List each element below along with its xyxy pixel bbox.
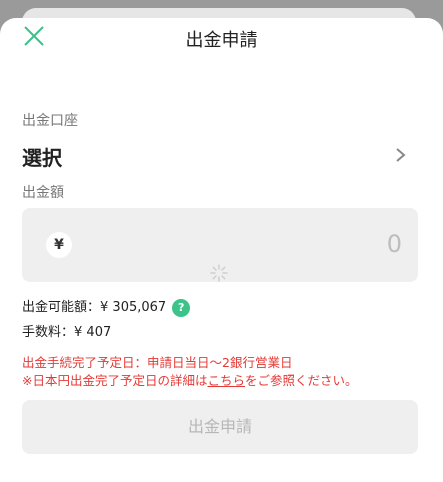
amount-label: 出金額 <box>22 185 64 201</box>
details-notice: ※日本円出金完了予定日の詳細はこちらをご参照ください。 <box>22 370 358 389</box>
yen-icon: ¥ <box>46 232 72 258</box>
page-title: 出金申請 <box>185 30 258 51</box>
amount-input[interactable] <box>92 226 402 262</box>
fee-value: ¥ 407 <box>74 325 112 340</box>
chevron-right-icon <box>396 148 406 162</box>
account-label: 出金口座 <box>22 113 78 129</box>
details-prefix: ※日本円出金完了予定日の詳細は <box>22 373 208 388</box>
loading-spinner-icon <box>210 264 228 282</box>
help-icon[interactable]: ? <box>172 298 191 317</box>
account-value: 選択 <box>22 146 62 170</box>
amount-field: ¥ <box>22 208 418 282</box>
available-label: 出金可能額： <box>22 300 101 315</box>
available-value: ¥ 305,067 <box>100 300 167 315</box>
fee-info: 手数料：¥ 407 <box>22 321 111 340</box>
details-link[interactable]: こちら <box>207 373 245 388</box>
withdraw-submit-button[interactable]: 出金申請 <box>22 400 418 454</box>
completion-notice: 出金手続完了予定日：申請日当日〜2銀行営業日 <box>22 355 293 370</box>
available-amount: 出金可能額：¥ 305,067? <box>22 296 191 317</box>
account-selector[interactable]: 選択 <box>22 140 418 170</box>
fee-label: 手数料： <box>22 325 75 340</box>
modal-header: 出金申請 <box>0 18 443 58</box>
details-suffix: をご参照ください。 <box>245 373 358 388</box>
